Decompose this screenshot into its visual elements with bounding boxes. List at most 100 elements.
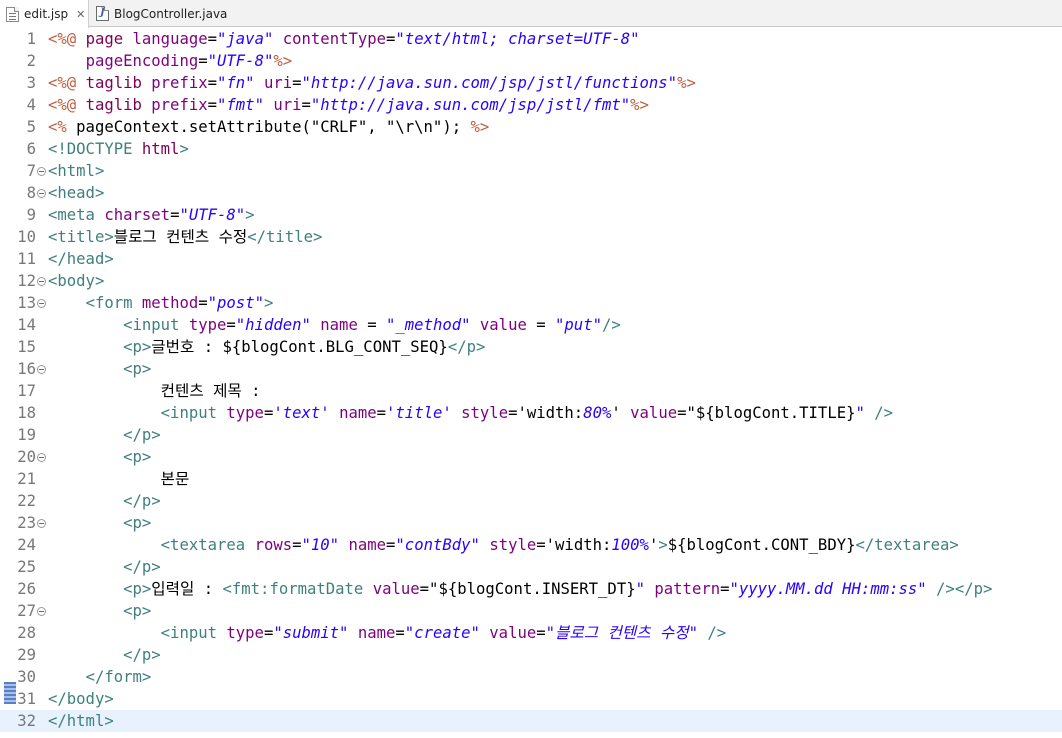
code-token: <html> (48, 162, 105, 180)
line-number: 21 (17, 470, 36, 488)
tab-edit-jsp[interactable]: edit.jsp ✕ (0, 0, 89, 28)
code-line[interactable]: 8 <head> (0, 182, 1062, 204)
code-token: /> (601, 316, 621, 334)
code-line[interactable]: 20 <p> (0, 446, 1062, 468)
code-token: = (376, 404, 387, 422)
code-line[interactable]: 26 <p>입력일 : <fmt:formatDate value="${blo… (0, 578, 1062, 600)
code-token: </html> (48, 712, 114, 730)
code-line[interactable]: 27 <p> (0, 600, 1062, 622)
code-token: "http://java.sun.com/jsp/jstl/functions" (301, 74, 678, 92)
code-line[interactable]: 29 </p> (0, 644, 1062, 666)
code-text: <%@ taglib prefix="fmt" uri="http://java… (48, 94, 649, 116)
code-text: <form method="post"> (48, 292, 274, 314)
code-line[interactable]: 9 <meta charset="UTF-8"> (0, 204, 1062, 226)
code-token: <head> (48, 184, 105, 202)
code-text: </p> (48, 490, 161, 512)
fold-toggle-icon[interactable] (37, 365, 46, 374)
code-token: <p> (123, 602, 152, 620)
code-line[interactable]: 3 <%@ taglib prefix="fn" uri="http://java… (0, 72, 1062, 94)
code-token: name (339, 404, 377, 422)
line-number: 22 (17, 492, 36, 510)
code-token: " (855, 404, 865, 422)
fold-toggle-icon[interactable] (37, 167, 46, 176)
line-number: 18 (17, 404, 36, 422)
fold-toggle-icon[interactable] (37, 189, 46, 198)
code-token: "10" (301, 536, 340, 554)
code-token: 컨텐츠 제목 : (48, 382, 261, 400)
code-line[interactable]: 16 <p> (0, 358, 1062, 380)
code-token: "_method" (386, 316, 471, 334)
code-text: <input type="submit" name="create" value… (48, 622, 726, 644)
tab-blogcontroller-java[interactable]: J BlogController.java (90, 0, 230, 27)
code-line[interactable]: 15 <p>글번호 : ${blogCont.BLG_CONT_SEQ}</p> (0, 336, 1062, 358)
code-token: = (207, 30, 218, 48)
fold-toggle-icon[interactable] (37, 519, 46, 528)
code-token: = (357, 316, 387, 334)
code-line[interactable]: 19 </p> (0, 424, 1062, 446)
line-number: 20 (17, 448, 36, 466)
code-token: name (348, 536, 387, 554)
code-line[interactable]: 2 pageEncoding="UTF-8"%> (0, 50, 1062, 72)
code-text: <p> (48, 358, 151, 380)
code-token: ='width: (536, 536, 612, 554)
code-line[interactable]: 31 </body> (0, 688, 1062, 710)
code-token: "create" (404, 624, 480, 642)
fold-toggle-icon[interactable] (37, 299, 46, 308)
code-token: <%@ (48, 30, 86, 48)
code-token: = (395, 624, 405, 642)
code-line[interactable]: 28 <input type="submit" name="create" va… (0, 622, 1062, 644)
code-token: "UTF-8" (207, 52, 274, 70)
code-line[interactable]: 10 <title>블로그 컨텐츠 수정</title> (0, 226, 1062, 248)
code-token: = (536, 624, 546, 642)
code-token: "submit" (273, 624, 349, 642)
close-icon[interactable]: ✕ (76, 8, 85, 21)
line-number: 32 (17, 712, 36, 730)
line-number: 17 (17, 382, 36, 400)
code-line[interactable]: 25 </p> (0, 556, 1062, 578)
code-token: = (207, 74, 218, 92)
code-token: rows (254, 536, 293, 554)
code-token: "fmt" (217, 96, 264, 114)
code-line[interactable]: 21 본문 (0, 468, 1062, 490)
code-line[interactable]: 4 <%@ taglib prefix="fmt" uri="http://jav… (0, 94, 1062, 116)
code-token: "블로그 컨텐츠 수정" (545, 624, 698, 642)
code-line[interactable]: 14 <input type="hidden" name = "_method"… (0, 314, 1062, 336)
code-token: pageContext.setAttribute("CRLF", "\r\n")… (76, 118, 471, 136)
line-number: 27 (17, 602, 36, 620)
code-line[interactable]: 6 <!DOCTYPE html> (0, 138, 1062, 160)
code-token: 입력일 : (151, 580, 223, 598)
code-line[interactable]: 12 <body> (0, 270, 1062, 292)
code-text: </p> (48, 556, 161, 578)
code-token: = (386, 536, 396, 554)
code-line[interactable]: 24 <textarea rows="10" name="contBdy" st… (0, 534, 1062, 556)
fold-toggle-icon[interactable] (37, 453, 46, 462)
code-line[interactable]: 5 <% pageContext.setAttribute("CRLF", "\r… (0, 116, 1062, 138)
fold-toggle-icon[interactable] (37, 607, 46, 616)
code-line[interactable]: 13 <form method="post"> (0, 292, 1062, 314)
code-line[interactable]: 22 </p> (0, 490, 1062, 512)
code-line[interactable]: 1 <%@ page language="java" contentType="t… (0, 28, 1062, 50)
code-line[interactable]: 17 컨텐츠 제목 : (0, 380, 1062, 402)
code-editor[interactable]: 1 <%@ page language="java" contentType="t… (0, 28, 1062, 738)
code-text: <title>블로그 컨텐츠 수정</title> (48, 226, 322, 248)
java-file-icon: J (96, 6, 109, 21)
code-token: ="${blogCont.TITLE} (677, 404, 856, 422)
fold-toggle-icon[interactable] (37, 277, 46, 286)
code-token: <%@ (48, 96, 86, 114)
code-line[interactable]: 30 </form> (0, 666, 1062, 688)
code-line[interactable]: 23 <p> (0, 512, 1062, 534)
code-line[interactable]: 7 <html> (0, 160, 1062, 182)
code-line[interactable]: 32 </html> (0, 710, 1062, 732)
code-token: /> (707, 624, 727, 642)
line-number: 2 (26, 52, 36, 70)
code-line[interactable]: 18 <input type='text' name='title' style… (0, 402, 1062, 424)
code-line[interactable]: 11 </head> (0, 248, 1062, 270)
code-token: <p> (123, 448, 152, 466)
